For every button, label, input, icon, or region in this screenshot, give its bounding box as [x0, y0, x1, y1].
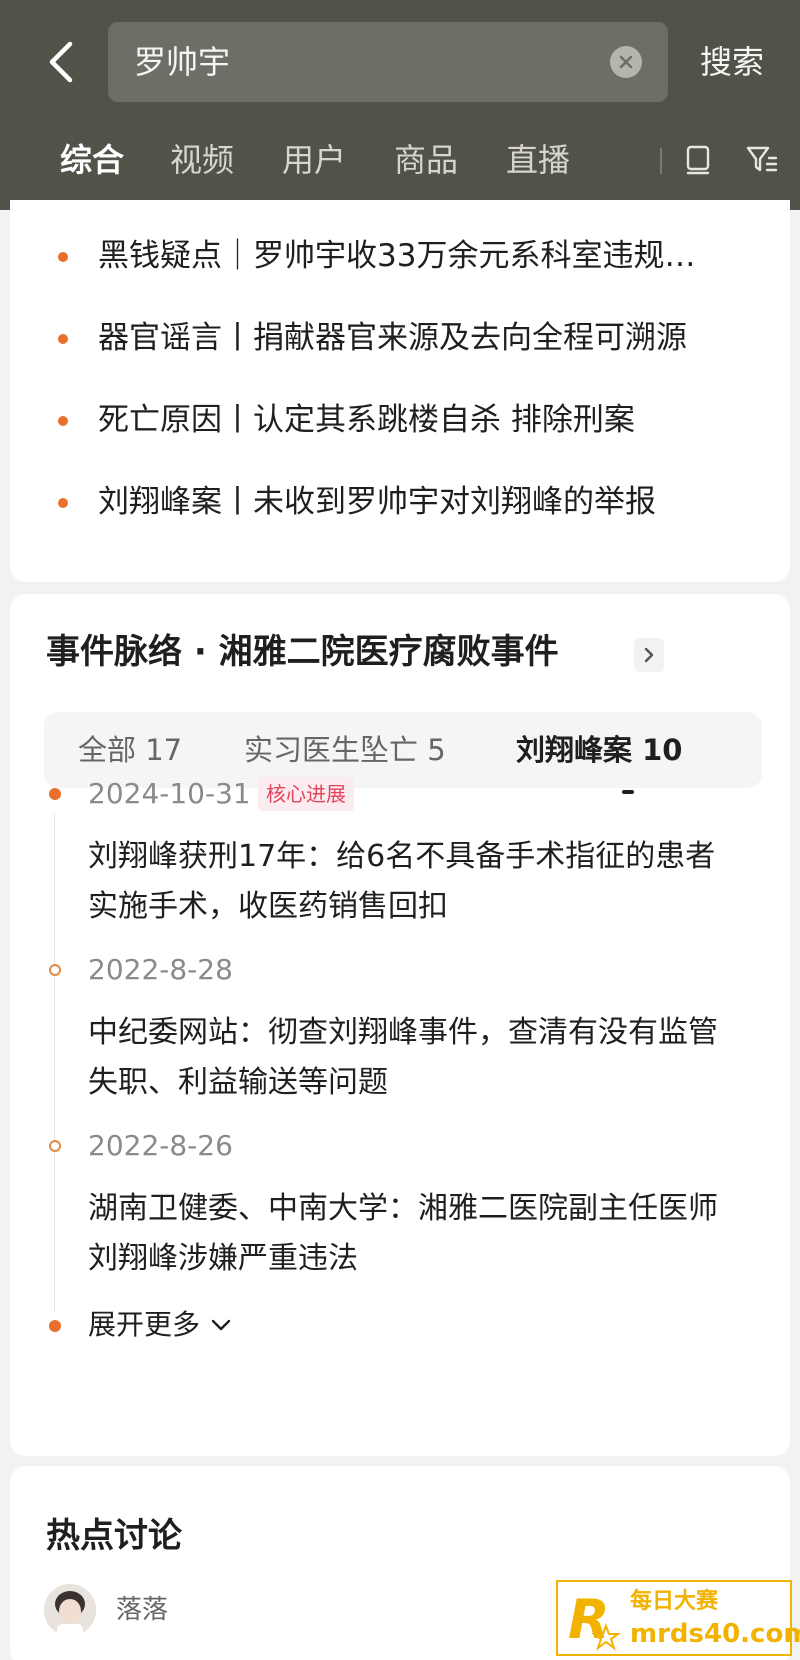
event-text: 湖南卫健委、中南大学：湘雅二医院副主任医师刘翔峰涉嫌严重违法	[88, 1191, 718, 1276]
hot-discussion-title: 热点讨论	[46, 1516, 182, 1556]
bullet-dot	[58, 252, 68, 262]
filter-button[interactable]	[740, 138, 784, 182]
event-timeline-card: 事件脉络 · 湘雅二院医疗腐败事件 全部 17 实习医生坠亡 5 刘翔峰案 10…	[10, 594, 790, 1456]
clear-search-button[interactable]	[610, 46, 642, 78]
filter-icon	[746, 146, 778, 172]
expand-more-button[interactable]: 展开更多	[10, 1300, 790, 1350]
watermark-line2: mrds40.com	[630, 1619, 800, 1649]
svg-text:R: R	[568, 1588, 610, 1651]
highlight-text: 死亡原因丨认定其系跳楼自杀 排除刑案	[98, 402, 635, 438]
highlights-card: 黑钱疑点｜罗帅宇收33万余元系科室违规… 器官谣言丨捐献器官来源及去向全程可溯源…	[10, 200, 790, 582]
clear-icon	[619, 55, 633, 69]
search-input[interactable]: 罗帅宇	[108, 22, 668, 102]
highlight-item[interactable]: 器官谣言丨捐献器官来源及去向全程可溯源	[10, 308, 790, 368]
search-query: 罗帅宇	[134, 43, 231, 81]
tab-users[interactable]: 用户	[282, 130, 346, 190]
highlight-item[interactable]: 黑钱疑点｜罗帅宇收33万余元系科室违规…	[10, 226, 790, 286]
tablet-icon	[686, 145, 710, 175]
tabs-divider	[660, 148, 662, 174]
watermark: R 每日大赛 mrds40.com	[556, 1580, 800, 1656]
watermark-line1: 每日大赛	[630, 1589, 719, 1614]
bullet-dot	[58, 416, 68, 426]
timeline-event[interactable]: 2024-10-31 核心进展 刘翔峰获刑17年：给6名不具备手术指征的患者实施…	[10, 774, 790, 934]
highlight-text: 刘翔峰案丨未收到罗帅宇对刘翔峰的举报	[98, 484, 656, 520]
user-name[interactable]: 落落	[116, 1590, 168, 1630]
bullet-dot	[58, 498, 68, 508]
search-button[interactable]: 搜索	[700, 22, 764, 102]
tab-products[interactable]: 商品	[394, 130, 458, 190]
event-date: 2022-8-28	[88, 953, 233, 986]
highlight-item[interactable]: 死亡原因丨认定其系跳楼自杀 排除刑案	[10, 390, 790, 450]
highlight-text: 黑钱疑点｜罗帅宇收33万余元系科室违规…	[98, 238, 696, 274]
expand-more-label: 展开更多	[88, 1308, 201, 1341]
timeline-title[interactable]: 事件脉络 · 湘雅二院医疗腐败事件	[46, 622, 559, 682]
back-button[interactable]	[38, 36, 82, 88]
timeline-event[interactable]: 2022-8-26 湖南卫健委、中南大学：湘雅二医院副主任医师刘翔峰涉嫌严重违法	[10, 1126, 790, 1286]
timeline-dot	[49, 788, 61, 800]
timeline-more-button[interactable]	[634, 638, 664, 672]
event-date: 2024-10-31	[88, 777, 251, 810]
tab-video[interactable]: 视频	[170, 130, 234, 190]
avatar[interactable]	[44, 1584, 96, 1636]
core-progress-badge: 核心进展	[258, 777, 354, 811]
result-tabs: 综合 视频 用户 商品 直播	[0, 130, 800, 205]
search-header: 罗帅宇 搜索 综合 视频 用户 商品 直播	[0, 0, 800, 210]
watermark-logo: R	[568, 1588, 622, 1651]
back-icon	[49, 41, 73, 83]
layout-toggle-button[interactable]	[676, 138, 720, 182]
timeline-dot	[49, 1320, 61, 1332]
chevron-right-icon	[644, 647, 654, 663]
tab-comprehensive[interactable]: 综合	[60, 130, 124, 190]
tab-live[interactable]: 直播	[506, 130, 570, 190]
event-text: 刘翔峰获刑17年：给6名不具备手术指征的患者实施手术，收医药销售回扣	[88, 839, 716, 924]
highlight-item[interactable]: 刘翔峰案丨未收到罗帅宇对刘翔峰的举报	[10, 472, 790, 532]
highlight-text: 器官谣言丨捐献器官来源及去向全程可溯源	[98, 320, 687, 356]
bullet-dot	[58, 334, 68, 344]
timeline-dot	[49, 964, 61, 976]
timeline-event[interactable]: 2022-8-28 中纪委网站：彻查刘翔峰事件，查清有没有监管失职、利益输送等问…	[10, 950, 790, 1110]
timeline-dot	[49, 1140, 61, 1152]
event-text: 中纪委网站：彻查刘翔峰事件，查清有没有监管失职、利益输送等问题	[88, 1015, 718, 1100]
chevron-down-icon	[211, 1319, 231, 1331]
avatar-image	[44, 1584, 96, 1636]
event-date: 2022-8-26	[88, 1129, 233, 1162]
